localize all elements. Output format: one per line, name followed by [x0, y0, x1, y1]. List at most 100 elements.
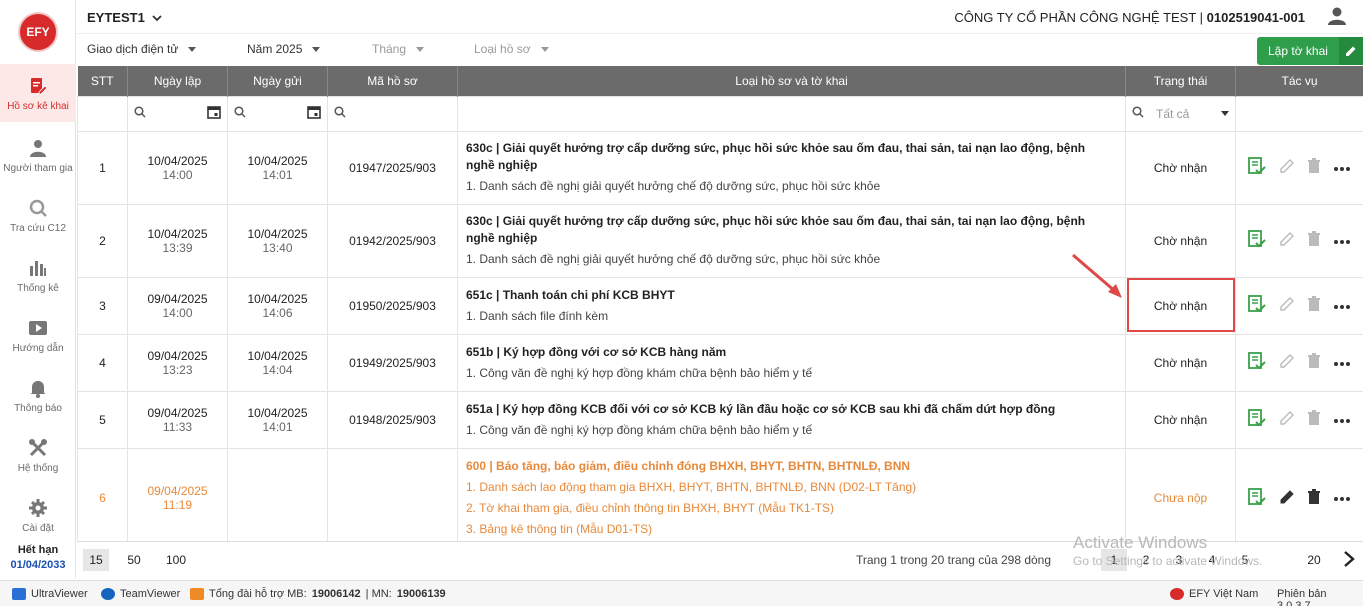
more-icon[interactable] [1333, 234, 1351, 248]
row-code[interactable]: 01948/2025/903 [327, 390, 458, 449]
efy-logo[interactable]: EFY [18, 12, 58, 52]
check-document-icon[interactable] [1247, 408, 1267, 431]
doc-title: 651a | Ký hợp đồng KCB đối với cơ sở KCB… [466, 401, 1056, 416]
teamviewer-label: TeamViewer [120, 588, 181, 600]
trash-icon[interactable] [1307, 353, 1321, 372]
teamviewer-icon [101, 588, 115, 600]
doc-type-select[interactable]: Loại hồ sơ [474, 42, 549, 56]
col-header-created[interactable]: Ngày lập [127, 66, 228, 96]
hotline-mn: 19006139 [396, 588, 446, 600]
check-document-icon[interactable] [1247, 156, 1267, 179]
create-button-label: Lập tờ khai [1268, 44, 1328, 58]
more-icon[interactable] [1333, 491, 1351, 505]
bar-chart-icon [27, 257, 49, 279]
col-header-code[interactable]: Mã hồ sơ [327, 66, 458, 96]
trash-icon[interactable] [1307, 488, 1321, 508]
row-stt: 5 [77, 390, 128, 449]
calendar-icon[interactable] [207, 105, 221, 122]
col-header-actions: Tác vụ [1235, 66, 1363, 96]
create-declaration-button[interactable]: Lập tờ khai [1257, 37, 1363, 65]
check-document-icon[interactable] [1247, 487, 1267, 510]
hotline-label: Tổng đài hỗ trợ MB: [209, 588, 307, 600]
search-icon [234, 106, 246, 121]
page-size-50[interactable]: 50 [121, 549, 147, 571]
efy-small-logo-icon [1170, 588, 1184, 600]
col-header-sent[interactable]: Ngày gửi [227, 66, 328, 96]
check-document-icon[interactable] [1247, 229, 1267, 252]
code-filter[interactable] [327, 95, 458, 132]
nav-cai-dat[interactable]: Cài đặt [0, 486, 76, 544]
row-code[interactable]: 01949/2025/903 [327, 333, 458, 392]
edit-icon[interactable] [1279, 410, 1295, 429]
check-document-icon[interactable] [1247, 351, 1267, 374]
year-select[interactable]: Năm 2025 [247, 42, 321, 56]
row-code[interactable]: 01942/2025/903 [327, 203, 458, 278]
sent-date-filter[interactable] [227, 95, 328, 132]
nav-nguoi-tham-gia[interactable]: Người tham gia [0, 126, 76, 184]
nav-huong-dan[interactable]: Hướng dẫn [0, 306, 76, 364]
ultraviewer-link[interactable]: UltraViewer [12, 588, 88, 600]
table-row[interactable]: 4 09/04/2025 13:23 10/04/2025 14:04 01949/… [77, 333, 1363, 392]
table-row[interactable]: 1 10/04/2025 14:00 10/04/2025 14:01 01947/… [77, 130, 1363, 205]
company-name: CÔNG TY CỔ PHẦN CÔNG NGHỆ TEST | [954, 10, 1207, 25]
top-bar: EYTEST1 CÔNG TY CỔ PHẦN CÔNG NGHỆ TEST |… [76, 0, 1363, 34]
nav-ho-so-ke-khai[interactable]: Hồ sơ kê khai [0, 64, 76, 122]
row-stt: 1 [77, 130, 128, 205]
page-size-15[interactable]: 15 [83, 549, 109, 571]
user-icon[interactable] [1327, 6, 1347, 26]
check-document-icon[interactable] [1247, 294, 1267, 317]
chevron-right-icon[interactable] [1343, 550, 1355, 571]
more-icon[interactable] [1333, 161, 1351, 175]
nav-thong-bao[interactable]: Thông báo [0, 366, 76, 424]
trash-icon[interactable] [1307, 231, 1321, 250]
row-doc[interactable]: 630c | Giải quyết hưởng trợ cấp dưỡng sứ… [457, 130, 1126, 205]
row-code[interactable]: 01950/2025/903 [327, 276, 458, 335]
page-size-100[interactable]: 100 [163, 549, 189, 571]
more-icon[interactable] [1333, 356, 1351, 370]
created-time: 11:33 [162, 419, 193, 434]
edit-icon[interactable] [1279, 353, 1295, 372]
row-doc[interactable]: 630c | Giải quyết hưởng trợ cấp dưỡng sứ… [457, 203, 1126, 278]
transaction-type-select[interactable]: Giao dịch điện tử [87, 42, 197, 56]
magnify-icon [27, 197, 49, 219]
calendar-icon[interactable] [307, 105, 321, 122]
row-doc[interactable]: 651a | Ký hợp đồng KCB đối với cơ sở KCB… [457, 390, 1126, 449]
doc-sub: 1. Danh sách lao động tham gia BHXH, BHY… [466, 480, 917, 494]
more-icon[interactable] [1333, 413, 1351, 427]
row-code[interactable] [327, 447, 458, 549]
edit-icon[interactable] [1279, 231, 1295, 250]
sent-date: 10/04/2025 [247, 405, 308, 420]
guide-icon [27, 317, 49, 339]
nav-tra-cuu-c12[interactable]: Tra cứu C12 [0, 186, 76, 244]
doc-title: 600 | Báo tăng, báo giảm, điều chỉnh đón… [466, 459, 911, 473]
doc-title: 630c | Giải quyết hưởng trợ cấp dưỡng sứ… [466, 214, 1086, 245]
status-filter[interactable]: Tất cả [1125, 95, 1236, 132]
filter-row: Tất cả [77, 95, 1363, 132]
trash-icon[interactable] [1307, 410, 1321, 429]
nav-he-thong[interactable]: Hệ thống [0, 426, 76, 484]
tax-code: 0102519041-001 [1206, 10, 1305, 25]
activate-windows-watermark: Activate Windows Go to Settings to activ… [1073, 533, 1262, 571]
table-row[interactable]: 2 10/04/2025 13:39 10/04/2025 13:40 01942/… [77, 203, 1363, 278]
trash-icon[interactable] [1307, 158, 1321, 177]
more-icon[interactable] [1333, 299, 1351, 313]
doc-title: 651c | Thanh toán chi phí KCB BHYT [466, 287, 675, 302]
edit-icon[interactable] [1279, 296, 1295, 315]
created-date-filter[interactable] [127, 95, 228, 132]
trash-icon[interactable] [1307, 296, 1321, 315]
edit-icon[interactable] [1279, 158, 1295, 177]
ultraviewer-icon [12, 588, 26, 600]
row-doc[interactable]: 651c | Thanh toán chi phí KCB BHYT 1. Dan… [457, 276, 1126, 335]
tenant-selector[interactable]: EYTEST1 [87, 10, 163, 25]
edit-icon[interactable] [1279, 489, 1295, 508]
row-code[interactable]: 01947/2025/903 [327, 130, 458, 205]
watermark-line1: Activate Windows [1073, 533, 1208, 552]
row-doc[interactable]: 600 | Báo tăng, báo giảm, điều chỉnh đón… [457, 447, 1126, 549]
table-row[interactable]: 5 09/04/2025 11:33 10/04/2025 14:01 01948/… [77, 390, 1363, 449]
created-date: 10/04/2025 [147, 153, 208, 168]
row-doc[interactable]: 651b | Ký hợp đồng với cơ sở KCB hàng nă… [457, 333, 1126, 392]
teamviewer-link[interactable]: TeamViewer [101, 588, 180, 600]
page-20[interactable]: 20 [1301, 549, 1327, 571]
nav-thong-ke[interactable]: Thống kê [0, 246, 76, 304]
month-select[interactable]: Tháng [372, 42, 425, 56]
